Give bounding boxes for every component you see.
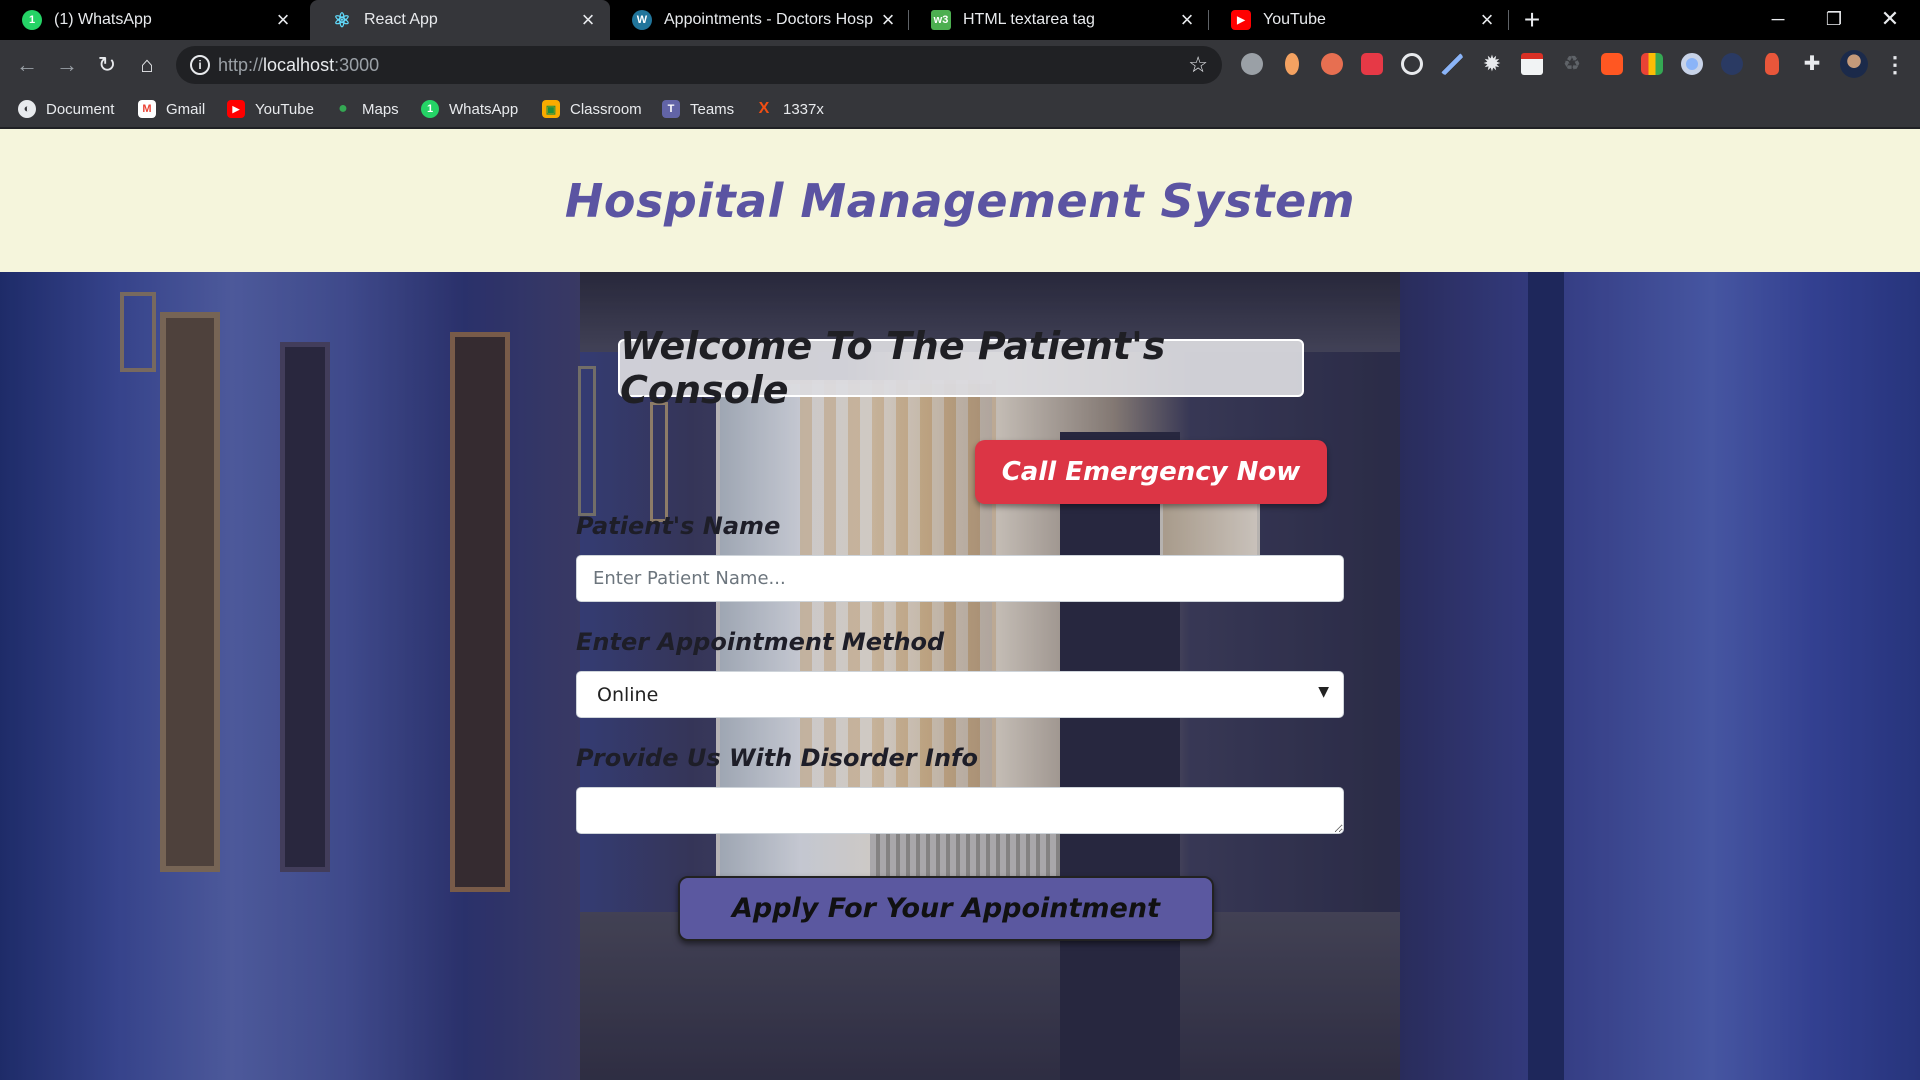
site-header: Hospital Management System — [0, 129, 1920, 272]
chevron-down-icon: ▼ — [1318, 684, 1329, 700]
bookmark-label: Teams — [690, 100, 735, 118]
bookmark-label: 1337x — [783, 100, 824, 118]
minimize-button[interactable]: ─ — [1750, 0, 1806, 40]
whatsapp-icon: 1 — [421, 100, 439, 118]
selected-option: Online — [597, 683, 659, 706]
tab-separator — [1508, 10, 1509, 30]
close-icon[interactable]: × — [874, 7, 902, 33]
toolbar: ← → ↻ ⌂ i http://localhost:3000 ☆ ✹ ♻ ✚ … — [0, 40, 1920, 90]
extension-icon[interactable] — [1361, 53, 1383, 75]
bookmark-whatsapp[interactable]: 1 WhatsApp — [421, 98, 518, 120]
maps-icon: ● — [338, 100, 348, 117]
document-icon: ◐ — [18, 100, 36, 118]
address-bar[interactable]: i http://localhost:3000 ☆ — [176, 46, 1222, 84]
page-title: Hospital Management System — [564, 173, 1356, 228]
url-text[interactable]: http://localhost:3000 — [218, 55, 379, 76]
close-icon[interactable]: × — [574, 7, 602, 33]
close-icon[interactable]: × — [269, 7, 297, 33]
bookmark-label: WhatsApp — [449, 100, 519, 118]
bookmark-teams[interactable]: T Teams — [662, 98, 734, 120]
extension-icon[interactable] — [1681, 53, 1703, 75]
tab-react-app[interactable]: ⚛ React App × — [310, 0, 610, 40]
extension-icon[interactable] — [1441, 53, 1463, 75]
teams-icon: T — [662, 100, 680, 118]
tab-title: React App — [364, 11, 438, 28]
wordpress-icon: W — [632, 10, 652, 30]
reload-button[interactable]: ↻ — [91, 50, 123, 80]
apply-appointment-button[interactable]: Apply For Your Appointment — [678, 876, 1214, 941]
bookmark-document[interactable]: ◐ Document — [18, 98, 114, 120]
profile-avatar[interactable] — [1840, 50, 1868, 78]
extension-icon[interactable] — [1241, 53, 1263, 75]
site-info-icon[interactable]: i — [190, 55, 210, 75]
youtube-icon: ▶ — [1231, 10, 1251, 30]
extensions-puzzle-icon[interactable]: ✚ — [1801, 53, 1823, 75]
1337x-icon: X — [758, 100, 770, 117]
bookmark-gmail[interactable]: M Gmail — [138, 98, 205, 120]
bookmarks-bar: ◐ Document M Gmail ▶ YouTube ● Maps 1 Wh… — [0, 90, 1920, 128]
patient-name-input[interactable] — [576, 555, 1344, 602]
bookmark-classroom[interactable]: ▣ Classroom — [542, 98, 642, 120]
tab-title: (1) WhatsApp — [54, 11, 152, 28]
extension-icon[interactable] — [1521, 53, 1543, 75]
welcome-banner: Welcome To The Patient's Console — [618, 324, 1304, 412]
extension-icon[interactable]: ♻ — [1561, 53, 1583, 75]
bookmark-label: Document — [46, 100, 115, 118]
bookmark-youtube[interactable]: ▶ YouTube — [227, 98, 314, 120]
welcome-text: Welcome To The Patient's Console — [620, 324, 1166, 412]
bookmark-label: Maps — [362, 100, 399, 118]
extension-icon[interactable] — [1401, 53, 1423, 75]
gmail-icon: M — [138, 100, 156, 118]
menu-dots-icon[interactable]: ⋮ — [1884, 52, 1906, 78]
extension-icon[interactable] — [1721, 53, 1743, 75]
extension-icon[interactable] — [1601, 53, 1623, 75]
url-port: :3000 — [334, 55, 380, 75]
forward-button[interactable]: → — [51, 50, 83, 80]
url-host: localhost — [263, 55, 335, 75]
extension-icon[interactable] — [1321, 53, 1343, 75]
appointment-method-select[interactable]: Online ▼ — [576, 671, 1344, 718]
bookmark-label: YouTube — [255, 100, 314, 118]
bookmark-1337x[interactable]: X 1337x — [755, 98, 824, 120]
react-icon: ⚛ — [333, 9, 351, 32]
extension-icon[interactable] — [1765, 53, 1779, 75]
restore-button[interactable]: ❐ — [1806, 0, 1862, 40]
appointment-method-label: Enter Appointment Method — [576, 628, 945, 656]
home-button[interactable]: ⌂ — [131, 50, 163, 80]
bookmark-star-icon[interactable]: ☆ — [1188, 52, 1208, 78]
new-tab-button[interactable]: + — [1518, 0, 1546, 40]
w3schools-icon: w3 — [931, 10, 951, 30]
disorder-info-label: Provide Us With Disorder Info — [576, 744, 978, 772]
close-icon[interactable]: × — [1473, 7, 1501, 33]
tab-title: HTML textarea tag — [963, 11, 1095, 28]
disorder-info-textarea[interactable] — [576, 787, 1344, 834]
tab-youtube[interactable]: ▶ YouTube × — [1209, 0, 1509, 40]
whatsapp-icon: 1 — [22, 10, 42, 30]
patient-name-label: Patient's Name — [576, 512, 781, 540]
bookmark-label: Classroom — [570, 100, 642, 118]
tab-html-textarea[interactable]: w3 HTML textarea tag × — [909, 0, 1209, 40]
bookmark-maps[interactable]: ● Maps — [334, 98, 399, 120]
tab-title: Appointments - Doctors Hospital — [664, 11, 874, 28]
tab-title: YouTube — [1263, 11, 1326, 28]
close-window-button[interactable]: ✕ — [1862, 0, 1918, 40]
classroom-icon: ▣ — [542, 100, 560, 118]
extension-icon[interactable]: ✹ — [1481, 53, 1503, 75]
tab-strip: 1 (1) WhatsApp × ⚛ React App × W Appoint… — [0, 0, 1920, 40]
extension-icon[interactable] — [1285, 53, 1299, 75]
tab-appointments[interactable]: W Appointments - Doctors Hospital × — [610, 0, 910, 40]
close-icon[interactable]: × — [1173, 7, 1201, 33]
youtube-icon: ▶ — [227, 100, 245, 118]
url-scheme: http:// — [218, 55, 264, 75]
extension-icon[interactable] — [1641, 53, 1663, 75]
back-button[interactable]: ← — [11, 50, 43, 80]
bookmark-label: Gmail — [166, 100, 206, 118]
call-emergency-button[interactable]: Call Emergency Now — [975, 440, 1327, 504]
tab-whatsapp[interactable]: 1 (1) WhatsApp × — [0, 0, 305, 40]
